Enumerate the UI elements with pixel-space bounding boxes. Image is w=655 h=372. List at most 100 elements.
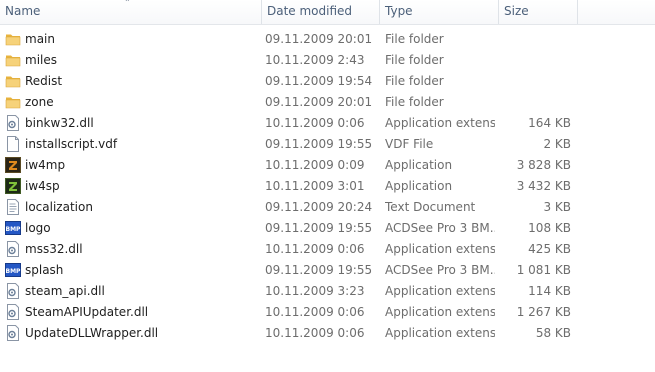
file-name: UpdateDLLWrapper.dll — [25, 326, 159, 340]
svg-text:BMP: BMP — [6, 268, 21, 275]
file-row[interactable]: miles 10.11.2009 2:43 File folder — [0, 50, 655, 71]
file-row[interactable]: localization 09.11.2009 20:24 Text Documen… — [0, 197, 655, 218]
file-date-modified: 09.11.2009 19:54 — [265, 74, 373, 88]
file-name: Redist — [25, 74, 63, 88]
file-size: 164 KB — [528, 116, 571, 130]
file-type: Application — [385, 179, 453, 193]
file-date-modified: 09.11.2009 20:01 — [265, 95, 373, 109]
file-row[interactable]: SteamAPIUpdater.dll 10.11.2009 0:06 Applic… — [0, 302, 655, 323]
file-row[interactable]: BMP splash 09.11.2009 19:55 ACDSee Pro 3 BM… — [0, 260, 655, 281]
file-type: ACDSee Pro 3 BM... — [385, 221, 495, 235]
file-row[interactable]: mss32.dll 10.11.2009 0:06 Application exte… — [0, 239, 655, 260]
file-date-modified: 09.11.2009 19:55 — [265, 221, 373, 235]
file-size — [500, 29, 571, 50]
file-name: installscript.vdf — [25, 137, 118, 151]
column-header-type[interactable]: Type — [380, 0, 498, 24]
file-name: splash — [25, 263, 64, 277]
file-size: 2 KB — [543, 137, 571, 151]
file-size — [500, 92, 571, 113]
dll-file-icon — [5, 325, 21, 341]
file-size: 1 267 KB — [516, 305, 571, 319]
file-name: miles — [25, 53, 57, 67]
file-type: Application extens... — [385, 242, 495, 256]
file-row[interactable]: UpdateDLLWrapper.dll 10.11.2009 0:06 Appli… — [0, 323, 655, 344]
file-date-modified: 10.11.2009 0:06 — [265, 242, 365, 256]
file-row[interactable]: iw4sp 10.11.2009 3:01 Application 3 432 KB — [0, 176, 655, 197]
file-type: Application extens... — [385, 116, 495, 130]
file-date-modified: 10.11.2009 0:06 — [265, 116, 365, 130]
file-row[interactable]: main 09.11.2009 20:01 File folder — [0, 29, 655, 50]
file-name: binkw32.dll — [25, 116, 94, 130]
column-header-date-modified[interactable]: Date modified — [262, 0, 379, 24]
file-date-modified: 09.11.2009 20:24 — [265, 200, 373, 214]
file-date-modified: 09.11.2009 19:55 — [265, 137, 373, 151]
file-row[interactable]: iw4mp 10.11.2009 0:09 Application 3 828 KB — [0, 155, 655, 176]
file-date-modified: 10.11.2009 0:06 — [265, 326, 365, 340]
file-size: 58 KB — [535, 326, 571, 340]
file-size: 114 KB — [528, 284, 571, 298]
folder-icon — [5, 94, 21, 110]
dll-file-icon — [5, 283, 21, 299]
file-type: VDF File — [385, 137, 434, 151]
bmp-image-icon: BMP — [5, 220, 21, 236]
column-divider[interactable] — [577, 0, 578, 24]
iw4sp-app-icon — [5, 178, 21, 194]
folder-icon — [5, 52, 21, 68]
file-name: steam_api.dll — [25, 284, 105, 298]
column-header-size[interactable]: Size — [499, 0, 577, 24]
file-date-modified: 10.11.2009 2:43 — [265, 53, 365, 67]
file-name: main — [25, 32, 55, 46]
folder-icon — [5, 31, 21, 47]
file-size: 1 081 KB — [516, 263, 571, 277]
file-name: mss32.dll — [25, 242, 83, 256]
blank-file-icon — [5, 136, 21, 152]
file-type: Application — [385, 158, 453, 172]
file-size: 3 828 KB — [516, 158, 571, 172]
file-size: 3 432 KB — [516, 179, 571, 193]
column-header-name[interactable]: Name — [0, 0, 262, 24]
file-size: 3 KB — [543, 200, 571, 214]
file-type: File folder — [385, 74, 444, 88]
sort-arrow-icon: ⌃ — [124, 0, 131, 7]
file-date-modified: 09.11.2009 19:55 — [265, 263, 373, 277]
file-type: File folder — [385, 95, 444, 109]
file-list: main 09.11.2009 20:01 File folder miles 10.1… — [0, 29, 655, 344]
file-row[interactable]: zone 09.11.2009 20:01 File folder — [0, 92, 655, 113]
file-row[interactable]: Redist 09.11.2009 19:54 File folder — [0, 71, 655, 92]
file-date-modified: 10.11.2009 0:09 — [265, 158, 365, 172]
file-date-modified: 10.11.2009 3:01 — [265, 179, 365, 193]
folder-icon — [5, 73, 21, 89]
file-row[interactable]: steam_api.dll 10.11.2009 3:23 Application … — [0, 281, 655, 302]
file-name: localization — [25, 200, 93, 214]
file-name: iw4mp — [25, 158, 66, 172]
bmp-image-icon: BMP — [5, 262, 21, 278]
text-file-icon — [5, 199, 21, 215]
svg-text:BMP: BMP — [6, 226, 21, 233]
dll-file-icon — [5, 115, 21, 131]
file-date-modified: 10.11.2009 0:06 — [265, 305, 365, 319]
file-name: iw4sp — [25, 179, 60, 193]
file-date-modified: 10.11.2009 3:23 — [265, 284, 365, 298]
file-row[interactable]: binkw32.dll 10.11.2009 0:06 Application ex… — [0, 113, 655, 134]
dll-file-icon — [5, 241, 21, 257]
iw4mp-app-icon — [5, 157, 21, 173]
file-name: zone — [25, 95, 54, 109]
file-size: 425 KB — [528, 242, 571, 256]
file-type: ACDSee Pro 3 BM... — [385, 263, 495, 277]
file-date-modified: 09.11.2009 20:01 — [265, 32, 373, 46]
file-type: File folder — [385, 32, 444, 46]
file-name: logo — [25, 221, 51, 235]
file-row[interactable]: BMP logo 09.11.2009 19:55 ACDSee Pro 3 BM..… — [0, 218, 655, 239]
dll-file-icon — [5, 304, 21, 320]
file-row[interactable]: installscript.vdf 09.11.2009 19:55 VDF Fil… — [0, 134, 655, 155]
file-size: 108 KB — [528, 221, 571, 235]
file-type: Application extens... — [385, 326, 495, 340]
file-size — [500, 71, 571, 92]
file-type: File folder — [385, 53, 444, 67]
file-type: Application extens... — [385, 305, 495, 319]
file-size — [500, 50, 571, 71]
file-type: Text Document — [385, 200, 476, 214]
file-name: SteamAPIUpdater.dll — [25, 305, 149, 319]
column-header-bar: Name ⌃ Date modified Type Size — [0, 0, 655, 25]
file-type: Application extens... — [385, 284, 495, 298]
